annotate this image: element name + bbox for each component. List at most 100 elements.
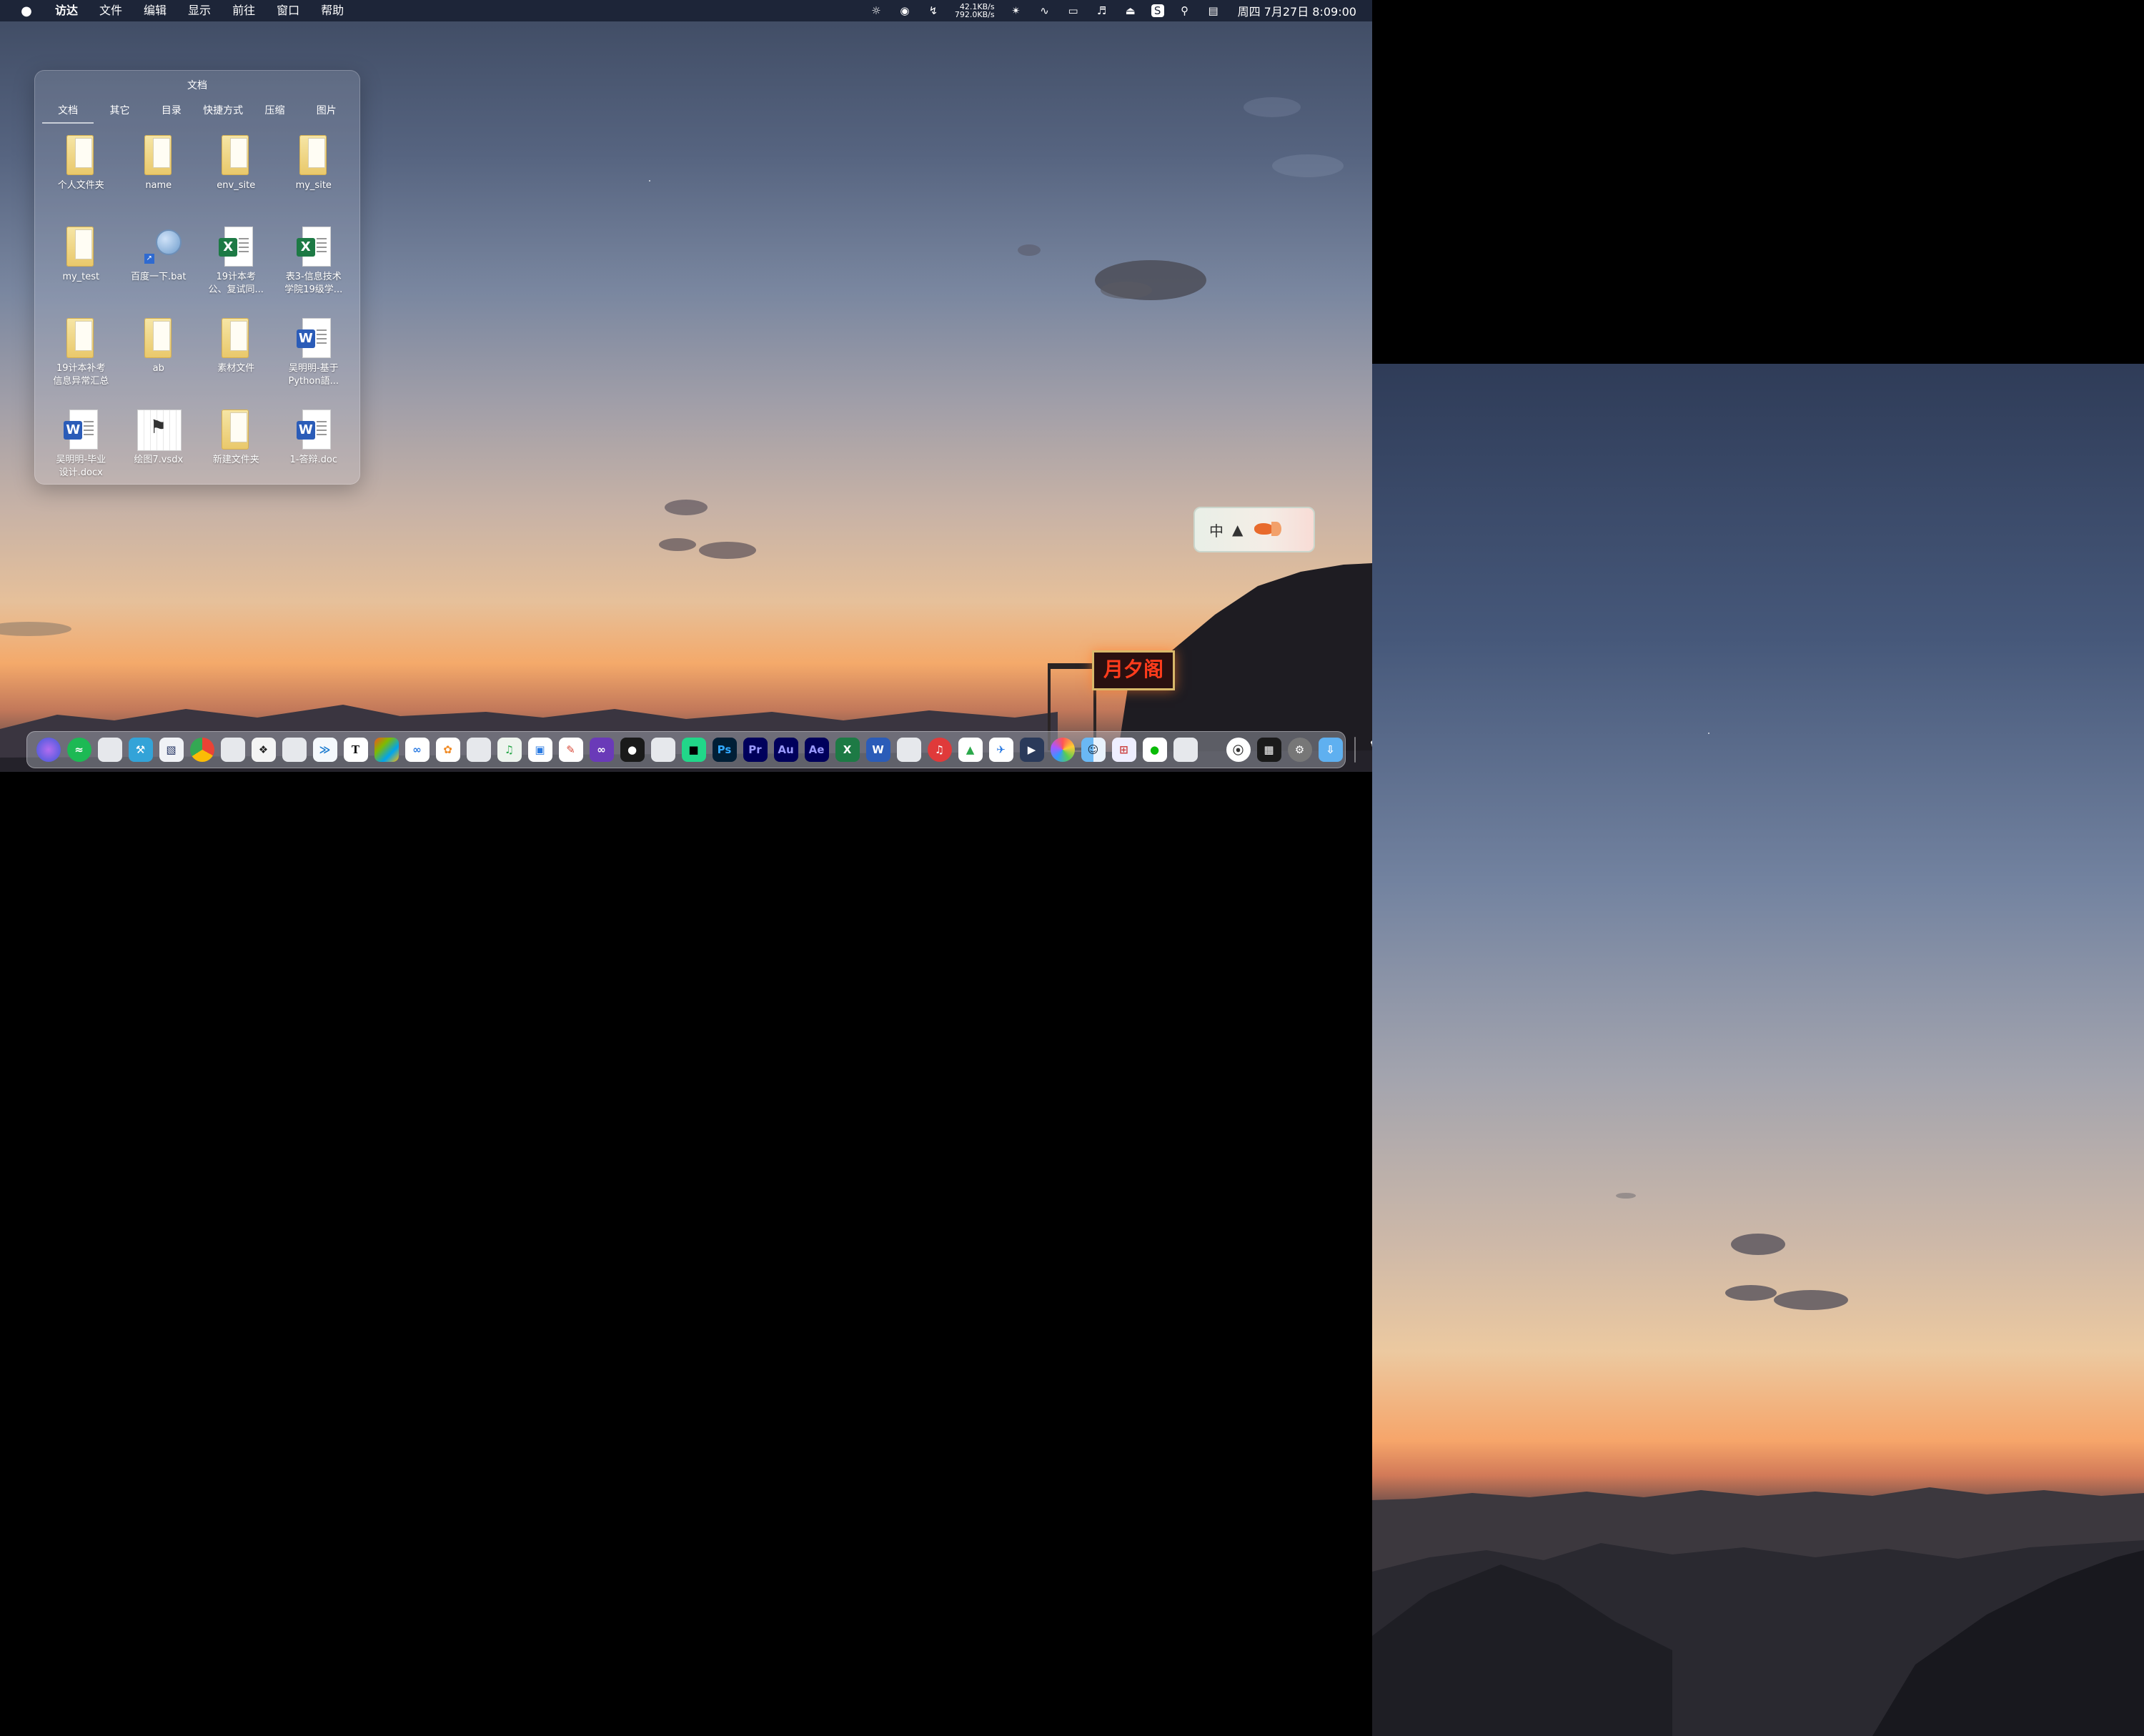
secondary-screen [1372, 364, 2144, 1736]
feishu-icon[interactable]: ✈ [988, 738, 1013, 762]
menu-go[interactable]: 前往 [222, 0, 266, 21]
app-placeholder-icon[interactable] [466, 738, 491, 762]
disk-utility-icon[interactable]: ⦿ [1226, 738, 1251, 762]
finder-icon[interactable]: ☺ [1081, 738, 1106, 762]
file-item[interactable]: W 1-答辩.doc [275, 404, 353, 495]
file-item[interactable]: env_site [197, 129, 275, 221]
photoshop-icon[interactable]: Ps [712, 738, 737, 762]
baidu-netdisk-icon[interactable]: ∞ [405, 738, 430, 762]
file-item[interactable]: ab [120, 312, 198, 404]
app-placeholder-icon[interactable] [220, 738, 245, 762]
office-app-icon[interactable] [374, 738, 399, 762]
downloads-folder-icon[interactable]: ⇩ [1318, 738, 1343, 762]
volume-icon[interactable]: ♬ [1094, 3, 1110, 19]
cloud [1774, 1290, 1848, 1310]
safari-like-icon[interactable]: ✿ [435, 738, 460, 762]
menu-edit[interactable]: 编辑 [133, 0, 177, 21]
control-center-icon[interactable]: ▤ [1206, 3, 1221, 19]
file-label: 新建文件夹 [212, 455, 259, 465]
audition-icon[interactable]: Au [773, 738, 798, 762]
file-item[interactable]: ↗ 百度一下.bat [120, 221, 198, 312]
visual-studio-icon[interactable]: ∞ [589, 738, 614, 762]
file-item[interactable]: 个人文件夹 [42, 129, 120, 221]
unity-icon[interactable]: ❖ [251, 738, 276, 762]
drawing-app-icon[interactable]: ✎ [558, 738, 583, 762]
menu-view[interactable]: 显示 [177, 0, 222, 21]
tab-archives[interactable]: 压缩 [249, 102, 300, 124]
tools-icon[interactable]: ⚒ [128, 738, 153, 762]
hammer-status-icon[interactable]: ↯ [925, 3, 941, 19]
input-method-widget[interactable]: 中 ▲ [1193, 507, 1315, 552]
apple-menu-icon[interactable]: ● [17, 4, 36, 19]
qq-icon[interactable]: ● [620, 738, 645, 762]
file-item[interactable]: 绘图7.vsdx [120, 404, 198, 495]
menubar-clock[interactable]: 周四 7月27日 8:09:00 [1238, 2, 1356, 19]
file-item[interactable]: name [120, 129, 198, 221]
menu-help[interactable]: 帮助 [310, 0, 354, 21]
screen-share-icon[interactable]: ▶ [1019, 738, 1044, 762]
launchpad-icon[interactable]: ⊞ [1111, 738, 1136, 762]
bluetooth-icon[interactable]: ✴ [1008, 3, 1024, 19]
file-label: ab [152, 363, 164, 374]
app-placeholder-icon[interactable] [896, 738, 921, 762]
app-placeholder-icon[interactable] [282, 738, 307, 762]
photos-icon[interactable] [1050, 738, 1075, 762]
network-speed[interactable]: 42.1KB/s 792.0KB/s [955, 3, 995, 19]
eject-icon[interactable]: ⏏ [1123, 3, 1138, 19]
file-item[interactable]: W 吴明明-基于 Python語... [275, 312, 353, 404]
menu-file[interactable]: 文件 [89, 0, 133, 21]
file-item[interactable]: my_site [275, 129, 353, 221]
siri-icon[interactable] [36, 738, 61, 762]
vscode-icon[interactable]: ≫ [312, 738, 337, 762]
app-placeholder-icon[interactable] [1173, 738, 1198, 762]
account-status-icon[interactable]: ◉ [897, 3, 913, 19]
windows-app-icon[interactable]: ▦ [1256, 738, 1281, 762]
sogou-input-icon[interactable]: S [1151, 4, 1164, 17]
tab-directory[interactable]: 目录 [146, 102, 197, 124]
after-effects-icon[interactable]: Ae [804, 738, 829, 762]
pycharm-icon[interactable]: ■ [681, 738, 706, 762]
image-viewer-icon[interactable]: ▲ [958, 738, 983, 762]
file-label: 1-答辩.doc [289, 455, 337, 465]
file-item[interactable]: 19计本补考 信息异常汇总 [42, 312, 120, 404]
typora-icon[interactable]: T [343, 738, 368, 762]
menubar: ● 访达 文件 编辑 显示 前往 窗口 帮助 ☼ ◉ ↯ 42.1KB/s 79… [0, 0, 1372, 21]
file-item[interactable]: 新建文件夹 [197, 404, 275, 495]
spotify-icon[interactable]: ≈ [66, 738, 91, 762]
folder-icon [292, 134, 335, 177]
spotlight-search-icon[interactable]: ⚲ [1177, 3, 1193, 19]
premiere-icon[interactable]: Pr [743, 738, 768, 762]
app-placeholder-icon[interactable] [650, 738, 675, 762]
excel-icon[interactable]: X [835, 738, 860, 762]
file-item[interactable]: X 表3-信息技术 学院19级学... [275, 221, 353, 312]
file-label: my_site [295, 180, 332, 191]
dock-gap [1204, 738, 1220, 762]
ime-skin-icon[interactable]: ▲ [1232, 521, 1243, 538]
wifi-icon[interactable]: ∿ [1037, 3, 1053, 19]
file-item[interactable]: X 19计本考 公、复试同... [197, 221, 275, 312]
file-item[interactable]: 素材文件 [197, 312, 275, 404]
netease-music-icon[interactable]: ♫ [927, 738, 952, 762]
stash-icon[interactable]: ▧ [159, 738, 184, 762]
file-label: my_test [62, 272, 100, 282]
cloud [665, 500, 708, 515]
word-icon[interactable]: W [865, 738, 890, 762]
ime-mode-label[interactable]: 中 [1209, 520, 1224, 540]
screenshot-app-icon[interactable]: ▣ [527, 738, 552, 762]
tab-shortcuts[interactable]: 快捷方式 [197, 102, 249, 124]
system-preferences-icon[interactable]: ⚙ [1287, 738, 1312, 762]
tab-images[interactable]: 图片 [301, 102, 352, 124]
file-item[interactable]: W 吴明明-毕业 设计.docx [42, 404, 120, 495]
menu-window[interactable]: 窗口 [266, 0, 310, 21]
cloud [1731, 1234, 1785, 1255]
file-item[interactable]: my_test [42, 221, 120, 312]
wechat-status-icon[interactable]: ☼ [868, 3, 884, 19]
tab-documents[interactable]: 文档 [42, 102, 94, 124]
menu-app-name[interactable]: 访达 [44, 0, 89, 21]
tab-other[interactable]: 其它 [94, 102, 145, 124]
app-placeholder-icon[interactable] [97, 738, 122, 762]
wechat-icon[interactable]: ● [1142, 738, 1167, 762]
display-icon[interactable]: ▭ [1066, 3, 1081, 19]
chrome-icon[interactable] [189, 738, 214, 762]
music-app-icon[interactable]: ♫ [497, 738, 522, 762]
